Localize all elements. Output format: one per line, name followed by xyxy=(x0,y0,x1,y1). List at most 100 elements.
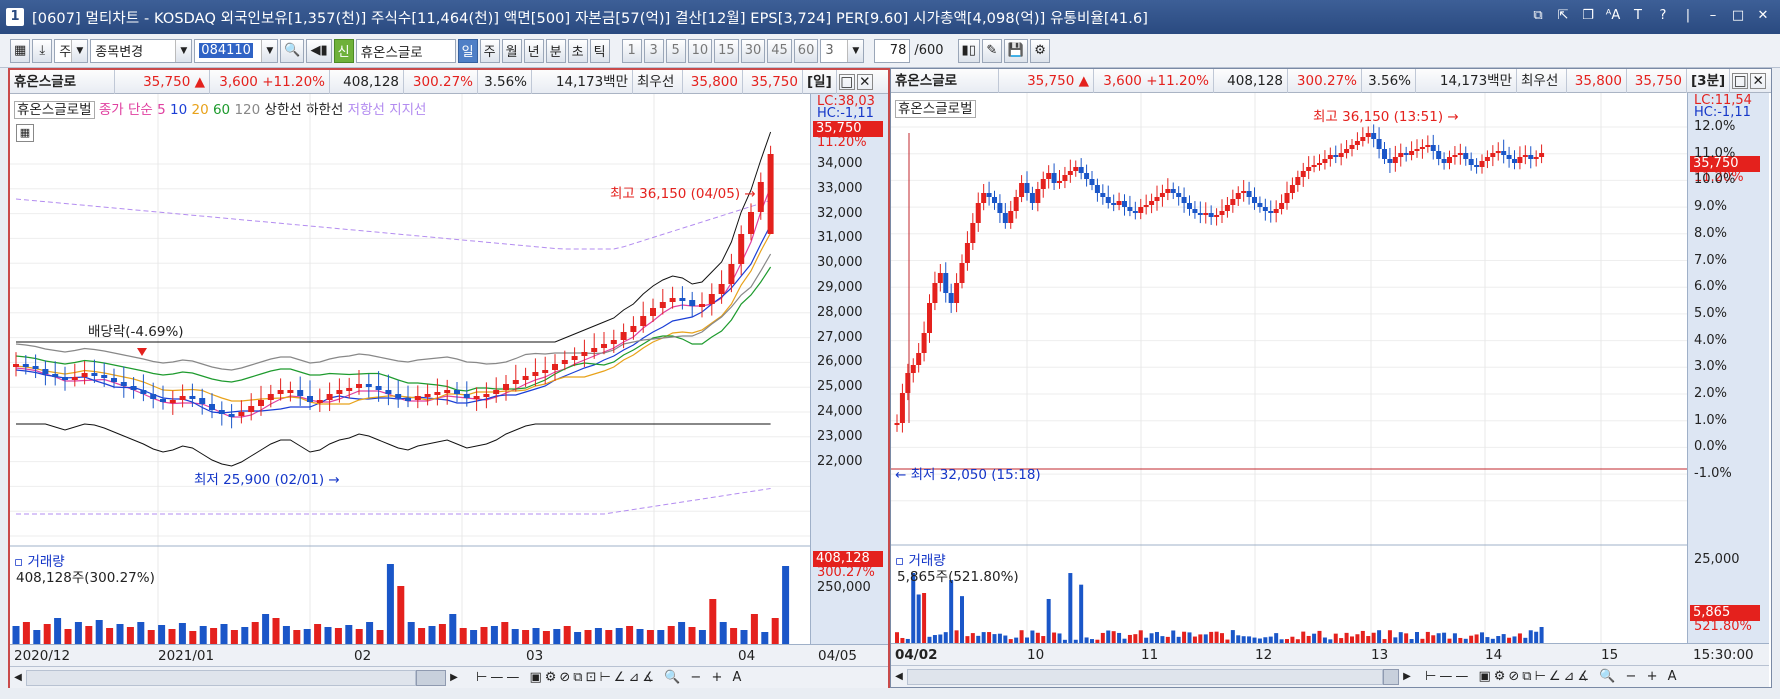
volume-bar xyxy=(771,618,779,644)
left-chart-pane[interactable]: 휴온스글로 35,750 ▲ 3,600 +11.20% 408,128 300… xyxy=(8,68,890,688)
period-second[interactable]: 초 xyxy=(567,38,588,63)
layout-icon[interactable]: ▦ xyxy=(10,38,31,63)
minimize-icon[interactable]: – xyxy=(1704,7,1722,25)
resistance-line xyxy=(15,198,771,250)
text-size-icon[interactable]: ᴬA xyxy=(1604,7,1622,25)
pane-restore-icon[interactable]: □ xyxy=(838,73,855,90)
maximize-icon[interactable]: □ xyxy=(1729,7,1747,25)
period-week[interactable]: 주 xyxy=(479,38,500,63)
interval-5[interactable]: 5 xyxy=(665,38,686,63)
interval-30[interactable]: 30 xyxy=(740,38,766,63)
save-icon[interactable]: 💾 xyxy=(1003,38,1029,63)
draw-tool-icon[interactable]: ✎ xyxy=(981,38,1002,63)
candle xyxy=(561,360,568,364)
close-icon[interactable]: ✕ xyxy=(1754,7,1772,25)
volume-bar xyxy=(64,629,72,644)
pin-icon[interactable]: ⇱ xyxy=(1554,7,1572,25)
candle xyxy=(503,384,509,390)
volume-bar xyxy=(95,620,103,644)
period-year[interactable]: 년 xyxy=(523,38,544,63)
candle xyxy=(32,366,39,369)
interval-15[interactable]: 15 xyxy=(714,38,739,63)
candle xyxy=(1057,181,1062,183)
interval-3[interactable]: 3 xyxy=(643,38,664,63)
chevron-down-icon[interactable]: ▼ xyxy=(71,39,88,62)
interval-select[interactable]: 3 ▼ xyxy=(820,38,865,63)
zoom-tools[interactable]: ⊢—— ▣⚙⊘⧉⊡⊢∠⊿∡ 🔍 − + A xyxy=(476,670,744,685)
count-input[interactable]: 78 xyxy=(874,38,911,63)
restore-icon[interactable]: ❐ xyxy=(1579,7,1597,25)
candle xyxy=(1533,157,1539,159)
period-tick[interactable]: 틱 xyxy=(589,38,610,63)
chevron-down-icon[interactable]: ▼ xyxy=(847,39,864,62)
volume-box-pct: 521.80% xyxy=(1694,619,1752,634)
candle xyxy=(1203,213,1209,215)
scroll-thumb[interactable] xyxy=(416,669,446,686)
candle xyxy=(964,243,970,263)
candle xyxy=(910,365,916,373)
period-month[interactable]: 월 xyxy=(501,38,522,63)
download-icon[interactable]: ⤓ xyxy=(32,38,53,63)
interval-1[interactable]: 1 xyxy=(621,38,642,63)
scroll-track[interactable] xyxy=(907,668,1383,685)
font-icon[interactable]: T xyxy=(1629,7,1647,25)
scroll-right-icon[interactable]: ▶ xyxy=(1399,668,1415,686)
x-label: 04/05 xyxy=(818,648,857,664)
volume-bar xyxy=(1496,636,1501,643)
zoom-tools[interactable]: ⊢—— ▣⚙⊘⧉⊢∠⊿∡ 🔍 − + A xyxy=(1425,669,1680,684)
chevron-down-icon[interactable]: ▼ xyxy=(175,39,192,62)
candle xyxy=(228,414,235,417)
stock-name-field[interactable]: 휴온스글로 xyxy=(355,38,456,63)
pane-close-icon[interactable]: ✕ xyxy=(1750,72,1767,89)
period-day[interactable]: 일 xyxy=(457,38,478,63)
volume-bar xyxy=(85,626,93,644)
candle xyxy=(1170,189,1176,193)
candle xyxy=(1111,203,1117,205)
stock-code-input[interactable]: 084110 ▼ xyxy=(194,38,279,63)
right-scrollbar[interactable]: ◀ ▶ ⊢—— ▣⚙⊘⧉⊢∠⊿∡ 🔍 − + A xyxy=(891,665,1769,687)
left-scrollbar[interactable]: ◀ ▶ ⊢—— ▣⚙⊘⧉⊡⊢∠⊿∡ 🔍 − + A xyxy=(10,666,888,688)
period-minute[interactable]: 분 xyxy=(545,38,566,63)
y-tick-label: 33,000 xyxy=(817,180,863,196)
volume-bar xyxy=(116,624,124,644)
volume-bar xyxy=(943,632,948,643)
search-icon[interactable]: 🔍 xyxy=(280,38,305,63)
interval-10[interactable]: 10 xyxy=(687,38,713,63)
volume-bar xyxy=(490,626,498,644)
candle xyxy=(1398,153,1404,157)
pane-restore-icon[interactable]: □ xyxy=(1732,72,1749,89)
candle xyxy=(1468,159,1474,165)
scroll-left-icon[interactable]: ◀ xyxy=(891,668,907,686)
right-price-chart[interactable]: 최고 36,150 (13:51) → ← 최저 32,050 (15:18) xyxy=(891,93,1687,673)
candle xyxy=(424,394,431,397)
pane-close-icon[interactable]: ✕ xyxy=(856,73,873,90)
market-select[interactable]: 주 ▼ xyxy=(54,38,89,63)
candle xyxy=(1300,171,1306,177)
candle xyxy=(258,400,264,406)
help-icon[interactable]: ? xyxy=(1654,7,1672,25)
candle xyxy=(316,400,323,403)
stock-change-select[interactable]: 종목변경 ▼ xyxy=(90,38,193,63)
volume-value: 408,128 xyxy=(1214,68,1288,93)
scroll-track[interactable] xyxy=(26,669,416,686)
candle xyxy=(728,264,735,284)
candle xyxy=(921,333,927,353)
indicator-add-icon[interactable]: ▮▯ xyxy=(957,38,980,63)
scroll-thumb[interactable] xyxy=(1383,668,1399,685)
interval-45[interactable]: 45 xyxy=(767,38,792,63)
left-price-chart[interactable]: 최고 36,150 (04/05) → 최저 25,900 (02/01) → 배당… xyxy=(10,94,810,674)
right-chart-pane[interactable]: 휴온스글로 35,750 ▲ 3,600 +11.20% 408,128 300… xyxy=(890,68,1772,688)
link-icon[interactable]: ⧉ xyxy=(1529,7,1547,25)
volume-bar xyxy=(1404,633,1409,643)
candle xyxy=(1089,179,1095,185)
speaker-icon[interactable]: ◀▮ xyxy=(306,38,332,63)
candle xyxy=(1414,149,1420,151)
scroll-right-icon[interactable]: ▶ xyxy=(446,669,462,687)
interval-60[interactable]: 60 xyxy=(793,38,819,63)
scroll-left-icon[interactable]: ◀ xyxy=(10,669,26,687)
y-tick-label: 10.0% xyxy=(1694,172,1736,188)
settings-gear-icon[interactable]: ⚙ xyxy=(1030,38,1051,63)
candle xyxy=(571,356,578,360)
volume-bar xyxy=(981,632,986,643)
chevron-down-icon[interactable]: ▼ xyxy=(261,39,278,62)
